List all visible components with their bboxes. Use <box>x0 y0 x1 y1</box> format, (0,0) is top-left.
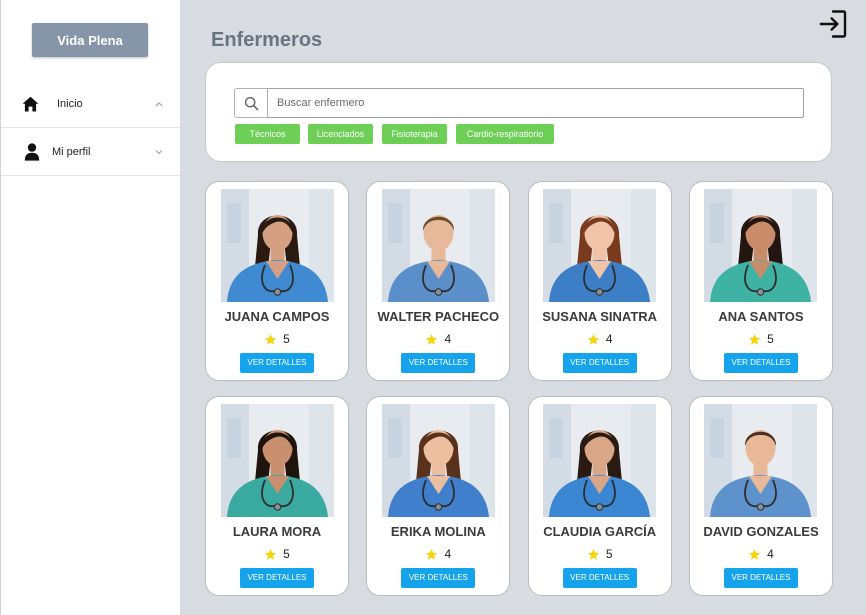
search-icon-svg <box>244 96 258 110</box>
view-details-button[interactable]: VER DETALLES <box>401 568 476 588</box>
rating-value: 5 <box>283 547 290 561</box>
search-icon[interactable] <box>234 88 268 118</box>
star-icon <box>425 333 438 346</box>
nurse-rating: 4 <box>425 331 451 347</box>
home-icon-svg <box>22 96 39 111</box>
chevron-down-icon <box>155 149 163 155</box>
nurse-photo <box>381 189 495 302</box>
sidebar-item-inicio[interactable]: Inicio <box>1 80 180 128</box>
nurse-card: ANA SANTOS 5 VER DETALLES <box>688 181 833 381</box>
star-icon <box>748 548 761 561</box>
nurse-name: CLAUDIA GARCÍA <box>543 524 657 539</box>
view-details-button[interactable]: VER DETALLES <box>723 568 798 588</box>
nurse-name: DAVID GONZALES <box>703 524 819 539</box>
nurse-photo <box>704 189 818 302</box>
nurse-photo <box>381 404 495 517</box>
nurse-card: DAVID GONZALES 4 VER DETALLES <box>688 396 833 596</box>
nurse-name: SUSANA SINATRA <box>542 309 658 324</box>
nurse-rating: 5 <box>587 546 613 562</box>
nurse-card: WALTER PACHECO 4 VER DETALLES <box>366 181 511 381</box>
search-panel: Técnicos Licenciados Fisioterapia Cardio… <box>205 62 832 162</box>
nurse-card: CLAUDIA GARCÍA 5 VER DETALLES <box>527 396 672 596</box>
nurse-photo-image <box>220 404 334 517</box>
star-icon <box>748 333 761 346</box>
rating-value: 5 <box>767 332 774 346</box>
nurse-photo <box>704 404 818 517</box>
filter-tags: Técnicos Licenciados Fisioterapia Cardio… <box>235 124 554 144</box>
nurse-rating: 5 <box>264 331 290 347</box>
page-title: Enfermeros <box>211 29 323 51</box>
nurse-photo-image <box>220 189 334 302</box>
nurse-photo-image <box>381 189 495 302</box>
sidebar-item-mi-perfil[interactable]: Mi perfil <box>1 128 180 176</box>
view-details-button[interactable]: VER DETALLES <box>240 353 314 373</box>
filter-licenciados[interactable]: Licenciados <box>308 124 373 144</box>
nurse-photo-image <box>543 404 657 517</box>
nurse-name: ERIKA MOLINA <box>390 524 486 539</box>
brand-name: Vida Plena <box>57 32 123 48</box>
rating-value: 4 <box>444 547 452 561</box>
rating-value: 5 <box>605 547 613 561</box>
chevron-up-icon-svg <box>155 101 163 106</box>
star-icon <box>425 548 438 561</box>
view-details-button[interactable]: VER DETALLES <box>401 353 476 373</box>
nurse-photo-image <box>381 404 495 517</box>
nurse-card: JUANA CAMPOS 5 VER DETALLES <box>205 181 349 381</box>
rating-value: 4 <box>444 332 452 346</box>
sidebar-item-label: Mi perfil <box>52 145 91 158</box>
sidebar-item-label: Inicio <box>57 97 83 110</box>
sidebar-menu: Inicio Mi perfil <box>1 80 180 176</box>
nurse-grid: JUANA CAMPOS 5 VER DETALLES WALTER PACHE… <box>205 181 833 596</box>
nurse-name: ANA SANTOS <box>718 309 804 324</box>
nurse-photo <box>220 404 334 517</box>
chevron-down-icon-svg <box>155 149 163 154</box>
view-details-button[interactable]: VER DETALLES <box>562 568 637 588</box>
star-icon <box>264 548 277 561</box>
nurse-photo <box>543 404 657 517</box>
view-details-button[interactable]: VER DETALLES <box>240 568 314 588</box>
nurse-name: LAURA MORA <box>232 524 322 539</box>
rating-value: 4 <box>605 332 613 346</box>
nurse-name: JUANA CAMPOS <box>224 309 330 324</box>
star-icon <box>587 548 600 561</box>
home-icon <box>22 96 39 112</box>
user-icon-svg <box>24 142 40 161</box>
search-input[interactable] <box>268 88 804 118</box>
filter-fisioterapia[interactable]: Fisioterapia <box>382 124 447 144</box>
filter-cardio-respiratorio[interactable]: Cardio-respiratiorio <box>456 124 554 144</box>
search-bar <box>234 88 804 118</box>
logout-icon-svg <box>819 10 847 38</box>
star-icon <box>264 333 277 346</box>
rating-value: 5 <box>283 332 290 346</box>
user-icon <box>24 142 40 161</box>
nurse-name: WALTER PACHECO <box>377 309 500 324</box>
nurse-rating: 4 <box>425 546 451 562</box>
view-details-button[interactable]: VER DETALLES <box>723 353 798 373</box>
nurse-card: LAURA MORA 5 VER DETALLES <box>205 396 349 596</box>
sidebar: Vida Plena Inicio Mi perfil <box>0 0 180 615</box>
view-details-button[interactable]: VER DETALLES <box>562 353 637 373</box>
logout-icon[interactable] <box>819 9 847 39</box>
nurse-photo-image <box>704 404 818 517</box>
nurse-card: ERIKA MOLINA 4 VER DETALLES <box>366 396 511 596</box>
chevron-up-icon <box>155 101 163 107</box>
nurse-rating: 5 <box>264 546 290 562</box>
nurse-photo-image <box>704 189 818 302</box>
main-content: Enfermeros Técnicos Licenciados Fisioter… <box>181 0 866 615</box>
star-icon <box>587 333 600 346</box>
nurse-rating: 4 <box>748 546 774 562</box>
nurse-rating: 5 <box>748 331 774 347</box>
brand-logo-button[interactable]: Vida Plena <box>32 23 148 57</box>
nurse-photo-image <box>543 189 657 302</box>
rating-value: 4 <box>767 547 774 561</box>
nurse-rating: 4 <box>587 331 613 347</box>
nurse-card: SUSANA SINATRA 4 VER DETALLES <box>527 181 672 381</box>
nurse-photo <box>220 189 334 302</box>
filter-tecnicos[interactable]: Técnicos <box>235 124 300 144</box>
nurse-photo <box>543 189 657 302</box>
